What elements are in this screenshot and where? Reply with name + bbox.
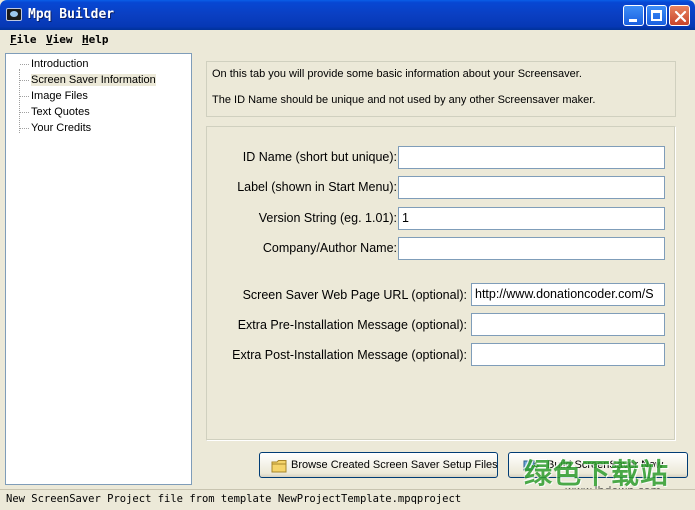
menu-bar: File View Help [4,30,691,51]
web-url-input[interactable]: http://www.donationcoder.com/S [471,283,665,306]
navigation-tree[interactable]: Introduction Screen Saver Information Im… [5,53,192,485]
maximize-icon [651,10,662,21]
window-title: Mpq Builder [28,7,115,22]
tree-item-your-credits[interactable]: Your Credits [20,121,93,136]
close-icon [674,10,687,23]
info-panel: On this tab you will provide some basic … [206,61,676,117]
maximize-button[interactable] [646,5,667,26]
browse-setup-files-button[interactable]: Browse Created Screen Saver Setup Files [259,452,498,478]
tree-item-label: Introduction [31,58,89,70]
tree-item-introduction[interactable]: Introduction [20,57,90,72]
app-icon[interactable] [6,8,22,21]
tree-item-label: Text Quotes [31,106,90,118]
menu-file[interactable]: File [10,33,37,46]
browse-button-label: Browse Created Screen Saver Setup Files [291,459,498,471]
tree-item-text-quotes[interactable]: Text Quotes [20,105,92,120]
tree-item-image-files[interactable]: Image Files [20,89,90,104]
menu-view[interactable]: View [46,33,73,46]
id-name-input[interactable] [398,146,665,169]
minimize-button[interactable] [623,5,644,26]
post-install-message-label: Extra Post-Installation Message (optiona… [232,348,467,362]
label-input[interactable] [398,176,665,199]
tree-item-label: Screen Saver Information [31,74,156,86]
pre-install-message-input[interactable] [471,313,665,336]
close-button[interactable] [669,5,690,26]
title-bar[interactable]: Mpq Builder [0,0,695,30]
status-bar: New ScreenSaver Project file from templa… [0,489,695,510]
pre-install-message-label: Extra Pre-Installation Message (optional… [237,318,467,332]
version-string-label: Version String (eg. 1.01): [258,211,397,225]
menu-help[interactable]: Help [82,33,109,46]
info-text-1: On this tab you will provide some basic … [212,68,582,80]
post-install-message-input[interactable] [471,343,665,366]
minimize-icon [629,19,637,22]
info-text-2: The ID Name should be unique and not use… [212,94,596,106]
company-author-input[interactable] [398,237,665,260]
company-author-label: Company/Author Name: [262,241,397,255]
status-text: New ScreenSaver Project file from templa… [6,493,462,505]
tree-item-screen-saver-information[interactable]: Screen Saver Information [20,73,158,88]
web-url-label: Screen Saver Web Page URL (optional): [242,288,467,302]
folder-icon [271,460,287,473]
label-field-label: Label (shown in Start Menu): [237,180,397,194]
tree-item-label: Your Credits [31,122,92,134]
id-name-label: ID Name (short but unique): [242,150,397,164]
version-string-input[interactable]: 1 [398,207,665,230]
tree-item-label: Image Files [31,90,88,102]
